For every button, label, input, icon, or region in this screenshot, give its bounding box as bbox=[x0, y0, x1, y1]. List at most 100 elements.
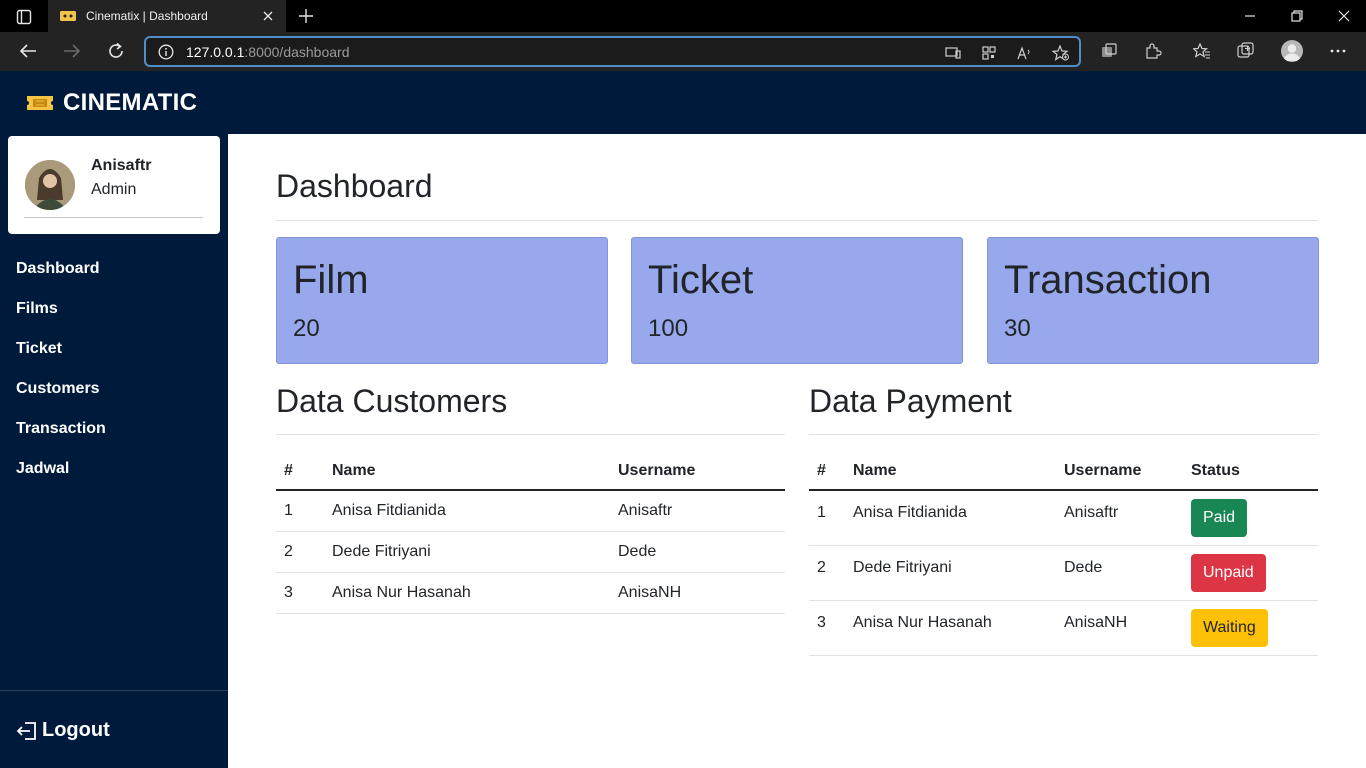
stat-card-ticket[interactable]: Ticket 100 bbox=[631, 237, 963, 364]
stat-value: 30 bbox=[1004, 315, 1031, 342]
cell-name: Anisa Fitdianida bbox=[845, 490, 1056, 546]
column-header: # bbox=[809, 452, 845, 491]
column-header: Name bbox=[845, 452, 1056, 491]
url-host: 127.0.0.1 bbox=[186, 43, 245, 60]
app-header: CINEMATIC bbox=[0, 71, 1366, 134]
profile-avatar-icon[interactable] bbox=[1281, 40, 1303, 62]
cell-status: Unpaid bbox=[1183, 545, 1318, 601]
minimize-icon[interactable] bbox=[1240, 6, 1260, 26]
cell-username: Dede bbox=[1056, 545, 1183, 601]
new-tab-icon[interactable] bbox=[296, 6, 316, 26]
column-header: # bbox=[276, 452, 324, 491]
close-tab-icon[interactable] bbox=[260, 8, 276, 24]
cell-name: Anisa Nur Hasanah bbox=[845, 600, 1056, 656]
sidebar-divider bbox=[0, 690, 228, 691]
customers-divider bbox=[276, 434, 785, 435]
table-row: 2 Dede Fitriyani Dede Unpaid bbox=[809, 545, 1318, 601]
collections-icon[interactable] bbox=[1099, 41, 1119, 61]
sidebar-item-customers[interactable]: Customers bbox=[16, 380, 106, 420]
payments-divider bbox=[809, 434, 1318, 435]
table-row: 2 Dede Fitriyani Dede bbox=[276, 531, 785, 573]
column-header: Name bbox=[324, 452, 610, 491]
sidebar-nav: Dashboard Films Ticket Customers Transac… bbox=[16, 260, 106, 500]
status-badge[interactable]: Unpaid bbox=[1191, 553, 1266, 592]
app-available-icon[interactable] bbox=[944, 44, 962, 62]
back-icon[interactable] bbox=[16, 40, 40, 62]
logout-icon bbox=[16, 721, 36, 740]
restore-icon[interactable] bbox=[1287, 6, 1307, 26]
sidebar-item-films[interactable]: Films bbox=[16, 300, 106, 340]
status-badge[interactable]: Waiting bbox=[1191, 608, 1268, 647]
profile-card: Anisaftr Admin bbox=[8, 136, 220, 234]
stat-title: Ticket bbox=[648, 258, 754, 302]
stat-value: 100 bbox=[648, 315, 689, 342]
tab-title: Cinematix | Dashboard bbox=[86, 9, 208, 23]
cell-username: AnisaNH bbox=[610, 572, 785, 614]
cell-username: Anisaftr bbox=[1056, 490, 1183, 546]
profile-role: Admin bbox=[91, 181, 137, 198]
profile-name: Anisaftr bbox=[91, 157, 152, 174]
browser-tab-bar: Cinematix | Dashboard bbox=[0, 0, 1366, 32]
table-row: 3 Anisa Nur Hasanah AnisaNH bbox=[276, 572, 785, 614]
stat-card-transaction[interactable]: Transaction 30 bbox=[987, 237, 1319, 364]
sidebar-item-transaction[interactable]: Transaction bbox=[16, 420, 106, 460]
brand-title[interactable]: CINEMATIC bbox=[63, 89, 197, 117]
title-divider bbox=[276, 220, 1318, 221]
favorites-icon[interactable] bbox=[1192, 41, 1212, 61]
ticket-logo-icon bbox=[27, 95, 53, 110]
sidebar-item-dashboard[interactable]: Dashboard bbox=[16, 260, 106, 300]
cell-name: Anisa Nur Hasanah bbox=[324, 572, 610, 614]
ticket-favicon-icon bbox=[60, 11, 76, 21]
sidebar-item-ticket[interactable]: Ticket bbox=[16, 340, 106, 380]
cell-no: 2 bbox=[276, 531, 324, 573]
cell-no: 3 bbox=[276, 572, 324, 614]
table-header-row: # Name Username bbox=[276, 452, 785, 491]
browser-toolbar: 127.0.0.1:8000/dashboard bbox=[0, 32, 1366, 71]
payments-section-title: Data Payment bbox=[809, 383, 1012, 419]
read-aloud-icon[interactable] bbox=[1016, 44, 1034, 62]
sidebar: Anisaftr Admin Dashboard Films Ticket Cu… bbox=[0, 134, 228, 768]
customers-section-title: Data Customers bbox=[276, 383, 508, 419]
logout-button[interactable]: Logout bbox=[16, 719, 110, 742]
browser-tab-active[interactable]: Cinematix | Dashboard bbox=[48, 0, 286, 32]
page-title: Dashboard bbox=[276, 168, 433, 204]
cell-status: Waiting bbox=[1183, 600, 1318, 656]
table-row: 1 Anisa Fitdianida Anisaftr Paid bbox=[809, 490, 1318, 546]
cell-username: Dede bbox=[610, 531, 785, 573]
cell-username: AnisaNH bbox=[1056, 600, 1183, 656]
stat-title: Film bbox=[293, 258, 369, 302]
cell-no: 1 bbox=[276, 490, 324, 532]
tab-collections-icon[interactable] bbox=[1236, 41, 1256, 61]
qr-code-icon[interactable] bbox=[980, 44, 998, 62]
column-header: Username bbox=[1056, 452, 1183, 491]
cell-name: Dede Fitriyani bbox=[845, 545, 1056, 601]
extensions-icon[interactable] bbox=[1143, 41, 1163, 61]
stat-title: Transaction bbox=[1004, 258, 1212, 302]
column-header: Status bbox=[1183, 452, 1318, 491]
url-path: :8000/dashboard bbox=[244, 43, 350, 60]
cell-no: 2 bbox=[809, 545, 845, 601]
add-favorite-icon[interactable] bbox=[1052, 44, 1070, 62]
tab-actions-icon[interactable] bbox=[10, 6, 38, 28]
profile-divider bbox=[24, 217, 203, 218]
stat-card-film[interactable]: Film 20 bbox=[276, 237, 608, 364]
sidebar-item-jadwal[interactable]: Jadwal bbox=[16, 460, 106, 500]
forward-icon[interactable] bbox=[60, 40, 84, 62]
cell-username: Anisaftr bbox=[610, 490, 785, 532]
cell-status: Paid bbox=[1183, 490, 1318, 546]
cell-no: 1 bbox=[809, 490, 845, 546]
site-info-icon[interactable] bbox=[158, 44, 174, 60]
cell-no: 3 bbox=[809, 600, 845, 656]
table-header-row: # Name Username Status bbox=[809, 452, 1318, 491]
main-content: Dashboard Film 20 Ticket 100 Transaction… bbox=[228, 134, 1366, 768]
payments-table: # Name Username Status 1 Anisa Fitdianid… bbox=[809, 452, 1318, 656]
avatar bbox=[25, 160, 75, 210]
address-bar[interactable]: 127.0.0.1:8000/dashboard bbox=[144, 36, 1081, 67]
table-row: 1 Anisa Fitdianida Anisaftr bbox=[276, 490, 785, 532]
status-badge[interactable]: Paid bbox=[1191, 498, 1248, 537]
reload-icon[interactable] bbox=[104, 40, 128, 62]
more-menu-icon[interactable] bbox=[1328, 41, 1348, 61]
customers-table: # Name Username 1 Anisa Fitdianida Anisa… bbox=[276, 452, 785, 614]
close-window-icon[interactable] bbox=[1334, 6, 1354, 26]
column-header: Username bbox=[610, 452, 785, 491]
